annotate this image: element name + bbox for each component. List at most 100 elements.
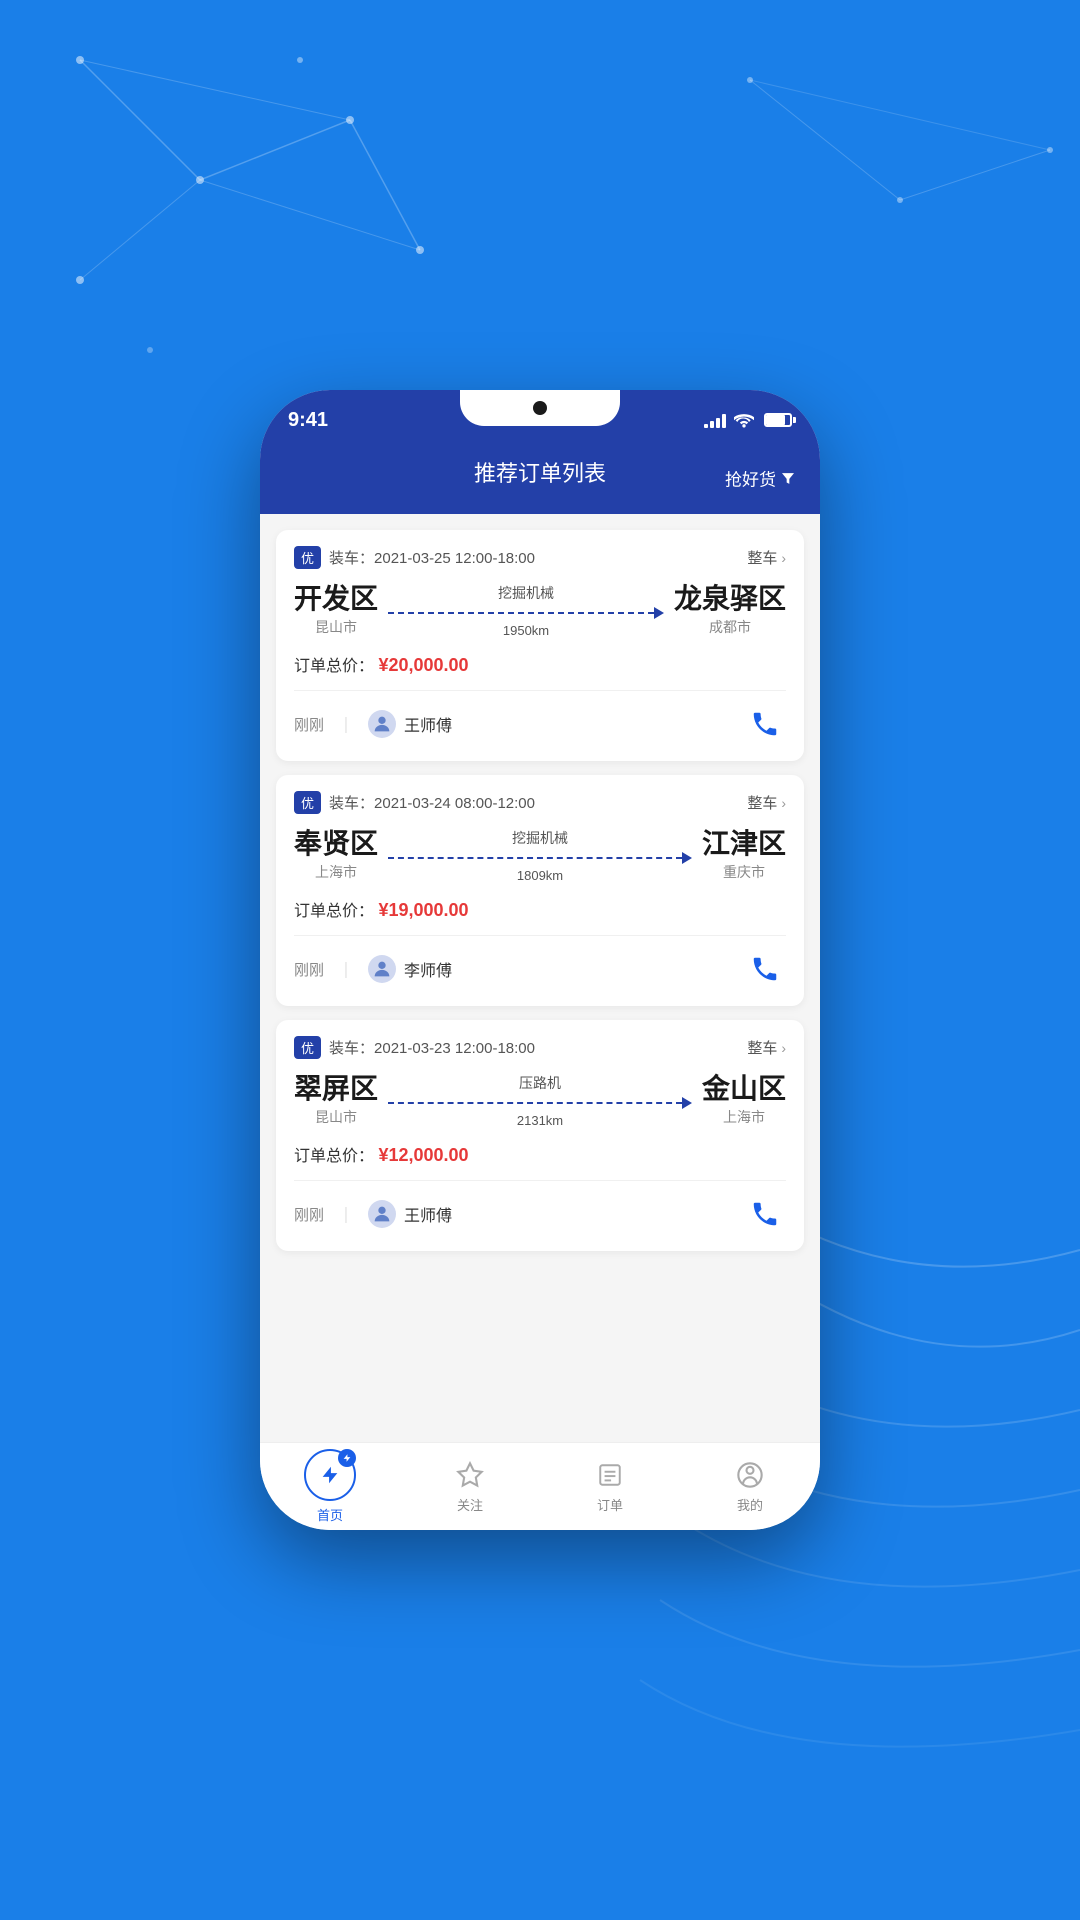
- load-time: 装车：2021-03-23 12:00-18:00: [329, 1037, 535, 1058]
- page-header: 推荐订单列表 抢好货: [260, 442, 820, 514]
- home-badge: [338, 1449, 356, 1467]
- distance: 1809km: [517, 868, 563, 883]
- route-section: 奉贤区 上海市 挖掘机械 1809km 江津区 重庆市: [294, 828, 786, 883]
- driver-name: 王师傅: [404, 1202, 452, 1226]
- nav-orders-label: 订单: [597, 1495, 623, 1514]
- status-time: 9:41: [288, 409, 328, 432]
- price-value: ¥12,000.00: [378, 1145, 468, 1165]
- chevron-right-icon: ›: [781, 550, 786, 566]
- driver-info: 刚刚 ｜ 王师傅: [294, 710, 452, 738]
- chevron-right-icon: ›: [781, 1040, 786, 1056]
- phone-frame: 9:41 推荐订单列表 抢好货: [260, 390, 820, 1530]
- card-header: 优 装车：2021-03-23 12:00-18:00 整车 ›: [294, 1036, 786, 1059]
- follow-icon: [454, 1459, 486, 1491]
- from-name: 奉贤区: [294, 830, 378, 858]
- from-city: 上海市: [294, 862, 378, 882]
- from-name: 开发区: [294, 585, 378, 613]
- to-name: 金山区: [702, 1075, 786, 1103]
- route-middle: 挖掘机械 1950km: [378, 583, 674, 638]
- driver-name: 王师傅: [404, 712, 452, 736]
- nav-follow-label: 关注: [457, 1495, 483, 1514]
- from-city: 昆山市: [294, 1107, 378, 1127]
- card-header: 优 装车：2021-03-24 08:00-12:00 整车 ›: [294, 791, 786, 814]
- to-name: 江津区: [702, 830, 786, 858]
- route-arrow: [388, 607, 664, 619]
- price-value: ¥20,000.00: [378, 655, 468, 675]
- price-value: ¥19,000.00: [378, 900, 468, 920]
- from-name: 翠屏区: [294, 1075, 378, 1103]
- filter-button[interactable]: 抢好货: [725, 466, 796, 491]
- price-row: 订单总价： ¥20,000.00: [294, 652, 786, 676]
- distance: 2131km: [517, 1113, 563, 1128]
- time-ago: 刚刚: [294, 714, 324, 735]
- wifi-icon: [734, 412, 754, 428]
- phone-button[interactable]: [744, 703, 786, 745]
- price-label: 订单总价：: [294, 658, 374, 675]
- load-time: 装车：2021-03-25 12:00-18:00: [329, 547, 535, 568]
- from-location: 奉贤区 上海市: [294, 830, 378, 882]
- order-card[interactable]: 优 装车：2021-03-23 12:00-18:00 整车 › 翠屏区 昆山市…: [276, 1020, 804, 1251]
- page-title: 推荐订单列表: [474, 456, 606, 488]
- to-location: 龙泉驿区 成都市: [674, 585, 786, 637]
- card-footer: 刚刚 ｜ 李师傅: [294, 935, 786, 990]
- order-type: 整车: [747, 792, 777, 813]
- signal-icon: [704, 412, 726, 428]
- chevron-right-icon: ›: [781, 795, 786, 811]
- driver-info: 刚刚 ｜ 李师傅: [294, 955, 452, 983]
- nav-home-label: 首页: [317, 1505, 343, 1524]
- route-arrow: [388, 1097, 692, 1109]
- route-arrow: [388, 852, 692, 864]
- driver-avatar: [368, 955, 396, 983]
- filter-icon: [780, 470, 796, 486]
- phone-button[interactable]: [744, 948, 786, 990]
- order-card[interactable]: 优 装车：2021-03-24 08:00-12:00 整车 › 奉贤区 上海市…: [276, 775, 804, 1006]
- nav-follow[interactable]: 关注: [400, 1459, 540, 1514]
- nav-home[interactable]: 首页: [260, 1449, 400, 1524]
- time-ago: 刚刚: [294, 1204, 324, 1225]
- route-middle: 压路机 2131km: [378, 1073, 702, 1128]
- status-icons: [704, 412, 792, 428]
- to-location: 金山区 上海市: [702, 1075, 786, 1127]
- orders-icon: [594, 1459, 626, 1491]
- from-location: 翠屏区 昆山市: [294, 1075, 378, 1127]
- home-circle-icon: [304, 1449, 356, 1501]
- order-card[interactable]: 优 装车：2021-03-25 12:00-18:00 整车 › 开发区 昆山市…: [276, 530, 804, 761]
- order-type: 整车: [747, 547, 777, 568]
- cargo-type: 挖掘机械: [498, 583, 554, 603]
- from-city: 昆山市: [294, 617, 378, 637]
- route-section: 开发区 昆山市 挖掘机械 1950km 龙泉驿区 成都市: [294, 583, 786, 638]
- to-city: 重庆市: [702, 862, 786, 882]
- phone-button[interactable]: [744, 1193, 786, 1235]
- priority-badge: 优: [294, 1036, 321, 1059]
- filter-label: 抢好货: [725, 466, 776, 491]
- to-location: 江津区 重庆市: [702, 830, 786, 882]
- nav-profile[interactable]: 我的: [680, 1459, 820, 1514]
- card-footer: 刚刚 ｜ 王师傅: [294, 1180, 786, 1235]
- battery-icon: [764, 413, 792, 427]
- priority-badge: 优: [294, 791, 321, 814]
- priority-badge: 优: [294, 546, 321, 569]
- route-section: 翠屏区 昆山市 压路机 2131km 金山区 上海市: [294, 1073, 786, 1128]
- card-footer: 刚刚 ｜ 王师傅: [294, 690, 786, 745]
- card-header: 优 装车：2021-03-25 12:00-18:00 整车 ›: [294, 546, 786, 569]
- price-row: 订单总价： ¥19,000.00: [294, 897, 786, 921]
- order-list: 优 装车：2021-03-25 12:00-18:00 整车 › 开发区 昆山市…: [260, 514, 820, 1442]
- driver-avatar: [368, 1200, 396, 1228]
- profile-icon: [734, 1459, 766, 1491]
- driver-avatar: [368, 710, 396, 738]
- time-ago: 刚刚: [294, 959, 324, 980]
- load-time: 装车：2021-03-24 08:00-12:00: [329, 792, 535, 813]
- driver-info: 刚刚 ｜ 王师傅: [294, 1200, 452, 1228]
- route-middle: 挖掘机械 1809km: [378, 828, 702, 883]
- driver-name: 李师傅: [404, 957, 452, 981]
- notch: [460, 390, 620, 426]
- bottom-nav: 首页 关注 订单: [260, 1442, 820, 1530]
- camera: [533, 401, 547, 415]
- nav-profile-label: 我的: [737, 1495, 763, 1514]
- to-name: 龙泉驿区: [674, 585, 786, 613]
- order-type: 整车: [747, 1037, 777, 1058]
- price-row: 订单总价： ¥12,000.00: [294, 1142, 786, 1166]
- price-label: 订单总价：: [294, 1148, 374, 1165]
- nav-orders[interactable]: 订单: [540, 1459, 680, 1514]
- cargo-type: 压路机: [519, 1073, 561, 1093]
